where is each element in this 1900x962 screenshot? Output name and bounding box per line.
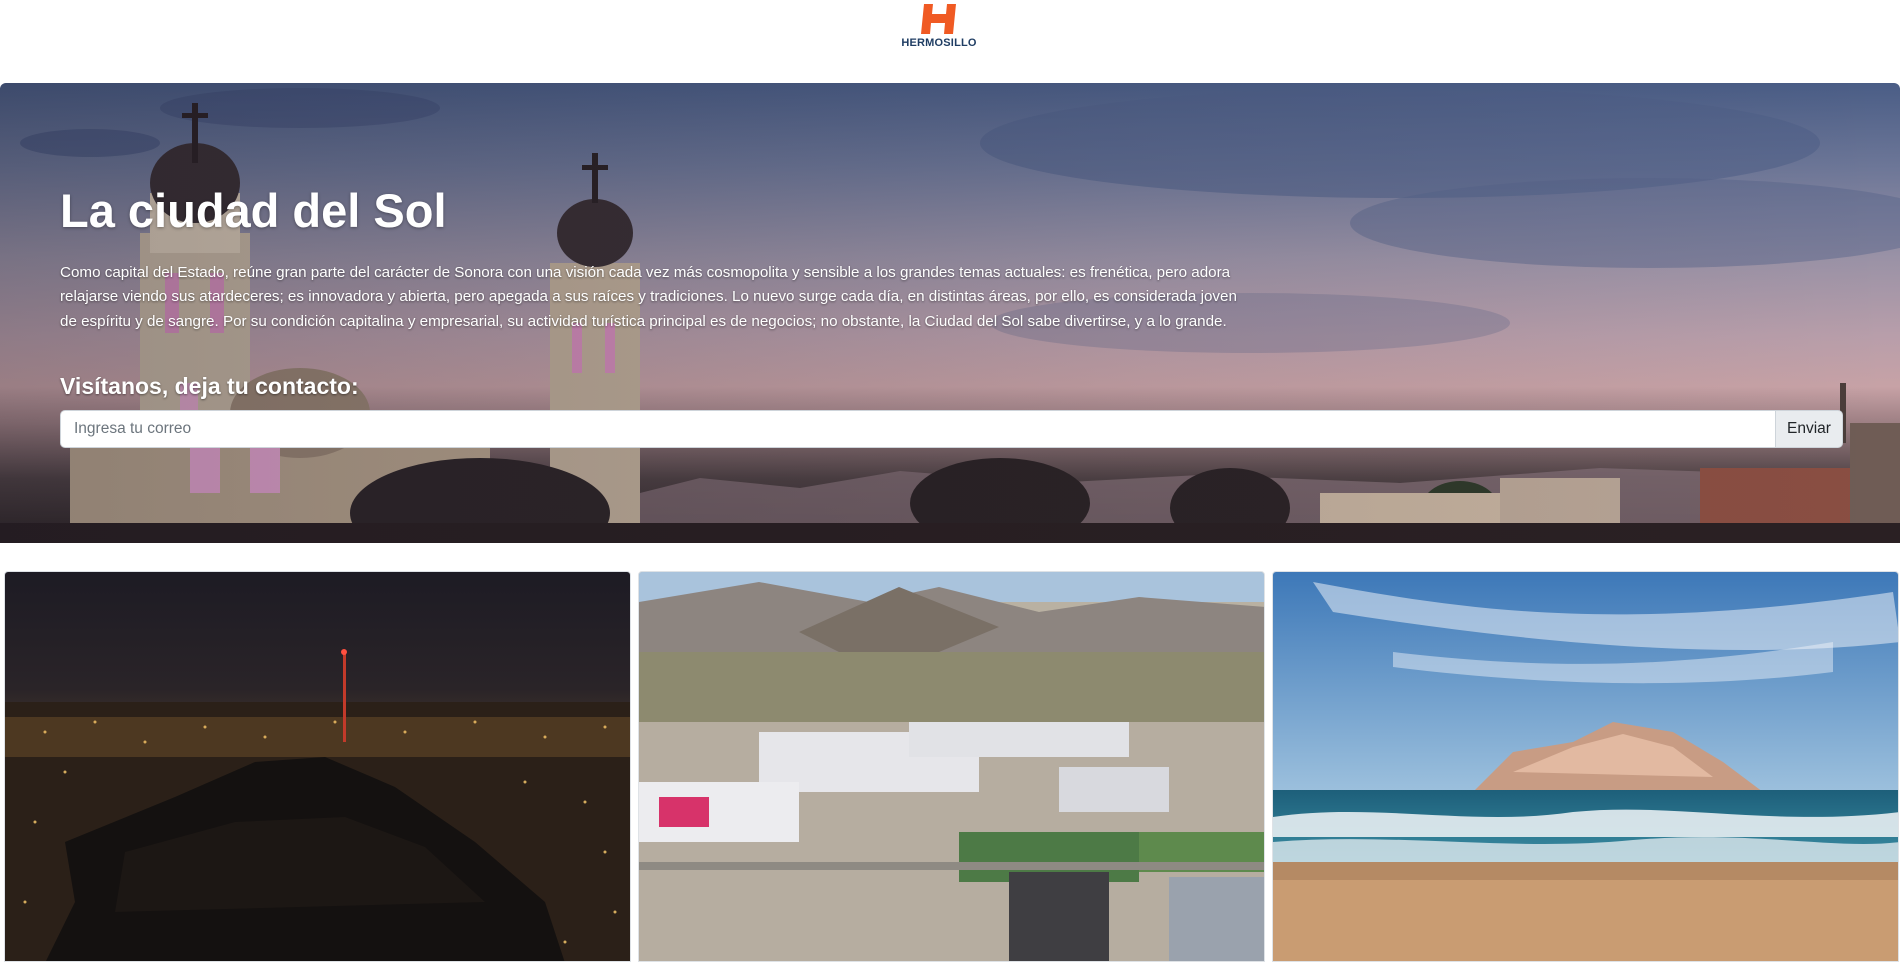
site-header: HERMOSILLO xyxy=(0,0,1900,83)
submit-button[interactable]: Enviar xyxy=(1775,410,1843,448)
contact-form: Enviar xyxy=(60,410,1843,448)
hero-description: Como capital del Estado, reúne gran part… xyxy=(60,264,1237,330)
photo-gallery xyxy=(0,571,1900,962)
gallery-photo-night-city[interactable] xyxy=(4,571,631,962)
aerial-mall-image xyxy=(639,572,1264,961)
hero-title: La ciudad del Sol xyxy=(60,184,447,237)
email-input[interactable] xyxy=(60,410,1775,448)
beach-island-image xyxy=(1273,572,1898,961)
gallery-photo-beach[interactable] xyxy=(1272,571,1899,962)
logo-link[interactable]: HERMOSILLO xyxy=(901,2,977,54)
hero-banner: La ciudad del Sol Como capital del Estad… xyxy=(0,83,1900,543)
logo-text: HERMOSILLO xyxy=(901,37,977,49)
night-city-image xyxy=(5,572,630,961)
gallery-photo-aerial-mall[interactable] xyxy=(638,571,1265,962)
hermosillo-logo-icon xyxy=(921,4,956,34)
contact-heading: Visítanos, deja tu contacto: xyxy=(60,373,359,399)
